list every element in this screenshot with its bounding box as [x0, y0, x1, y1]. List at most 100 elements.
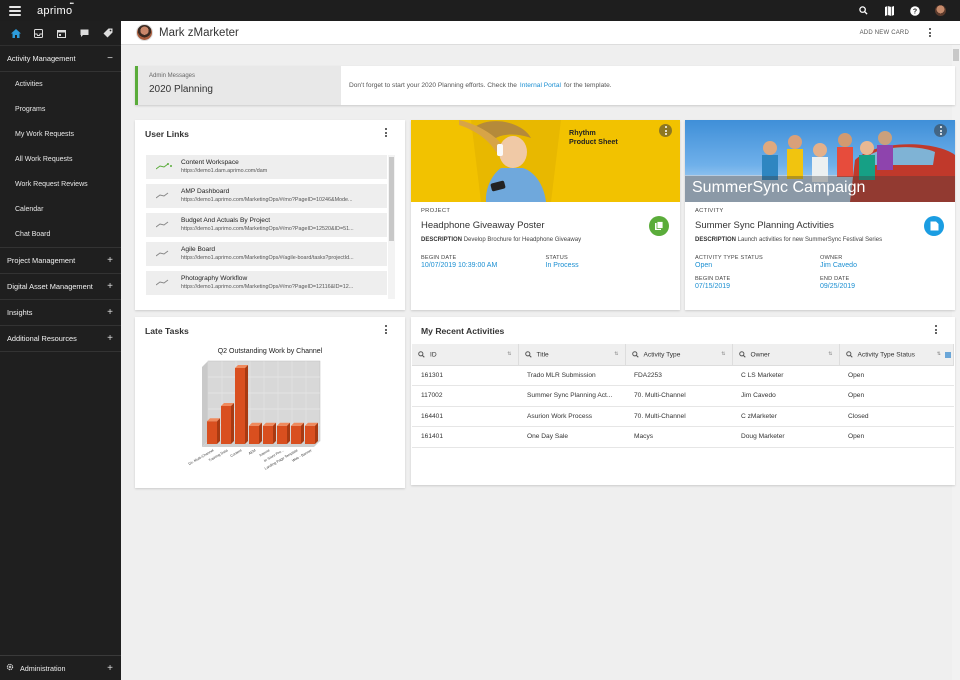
- chart-bar-side: [245, 365, 248, 444]
- user-link-title: Budget And Actuals By Project: [181, 217, 387, 224]
- scrollbar-thumb[interactable]: [953, 49, 959, 61]
- user-avatar[interactable]: [935, 5, 946, 16]
- home-icon[interactable]: [4, 23, 27, 43]
- sort-icon[interactable]: ⇅: [937, 351, 941, 357]
- search-icon[interactable]: [857, 5, 869, 17]
- user-link-item[interactable]: Content Workspace https://demo1.dam.apri…: [146, 155, 387, 179]
- expand-icon[interactable]: +: [107, 281, 113, 292]
- sidebar-item-my-work-requests[interactable]: My Work Requests: [0, 122, 121, 147]
- description-label: DESCRIPTION: [421, 237, 462, 243]
- column-header-owner[interactable]: Owner⇅: [732, 344, 839, 365]
- activity-card-body: ACTIVITY Summer Sync Planning Activities…: [695, 208, 945, 297]
- more-options-icon[interactable]: [381, 128, 391, 137]
- user-links-scrollbar[interactable]: [388, 155, 395, 299]
- user-link-item[interactable]: Budget And Actuals By Project https://de…: [146, 213, 387, 237]
- sidebar-item-chat-board[interactable]: Chat Board: [0, 222, 121, 247]
- sort-icon[interactable]: ⇅: [507, 351, 511, 357]
- table-row[interactable]: 161301 Trado MLR Submission FDA2253 C LS…: [412, 365, 954, 386]
- app-logo[interactable]: aprimo•••: [37, 5, 72, 17]
- collapse-icon[interactable]: −: [107, 53, 113, 64]
- user-link-item[interactable]: Agile Board https://demo1.aprimo.com/Mar…: [146, 242, 387, 266]
- menu-icon[interactable]: [9, 6, 21, 16]
- sort-icon[interactable]: ⇅: [828, 351, 832, 357]
- description-label: DESCRIPTION: [695, 237, 736, 243]
- column-header-activity-type[interactable]: Activity Type ⇅: [625, 344, 732, 365]
- recent-activities-card: My Recent Activities ID⇅ Title⇅ Activity…: [411, 317, 955, 485]
- cell-title[interactable]: Summer Sync Planning Act...: [518, 386, 625, 407]
- cell-owner: Jim Cavedo: [732, 386, 839, 407]
- more-options-button[interactable]: [659, 124, 672, 137]
- column-header-id[interactable]: ID⇅: [412, 344, 518, 365]
- activity-card[interactable]: SummerSync Campaign ACTIVITY Summer Sync…: [685, 120, 955, 310]
- more-options-icon[interactable]: [381, 325, 391, 334]
- sidebar-item-work-request-reviews[interactable]: Work Request Reviews: [0, 172, 121, 197]
- chart-bar: [305, 426, 315, 444]
- field-value[interactable]: 10/07/2019 10:39:00 AM: [421, 262, 546, 269]
- add-new-card-button[interactable]: ADD NEW CARD: [860, 30, 909, 36]
- sort-icon[interactable]: ⇅: [721, 351, 725, 357]
- field-value[interactable]: In Process: [546, 262, 671, 269]
- user-link-item[interactable]: Photography Workflow https://demo1.aprim…: [146, 271, 387, 295]
- field-value[interactable]: 09/25/2019: [820, 283, 945, 290]
- card-kicker: PROJECT: [421, 208, 670, 214]
- sidebar-section-insights[interactable]: Insights +: [0, 300, 121, 326]
- field-value[interactable]: 07/15/2019: [695, 283, 820, 290]
- field-value[interactable]: Open: [695, 262, 820, 269]
- cell-status: Open: [839, 365, 954, 386]
- help-icon[interactable]: ?: [909, 5, 921, 17]
- inbox-icon[interactable]: [27, 23, 50, 43]
- svg-text:?: ?: [913, 8, 917, 15]
- internal-portal-link[interactable]: Internal Portal: [520, 82, 561, 89]
- chart-tick-label: AEM: [248, 448, 257, 455]
- column-header-activity-type-status[interactable]: Activity Type Status⇅: [839, 344, 954, 365]
- scrollbar-thumb[interactable]: [389, 157, 394, 241]
- card-title: My Recent Activities: [421, 326, 504, 336]
- expand-icon[interactable]: +: [107, 333, 113, 344]
- chat-icon[interactable]: [73, 23, 96, 43]
- field-value[interactable]: Jim Cavedo: [820, 262, 945, 269]
- sidebar-section-project-management[interactable]: Project Management +: [0, 248, 121, 274]
- cell-title[interactable]: One Day Sale: [518, 427, 625, 448]
- sidebar-item-activities[interactable]: Activities: [0, 72, 121, 97]
- column-chooser-icon[interactable]: [945, 352, 951, 358]
- more-options-icon[interactable]: [931, 325, 941, 334]
- calendar-icon[interactable]: [50, 23, 73, 43]
- sidebar-section-additional-resources[interactable]: Additional Resources +: [0, 326, 121, 352]
- more-options-button[interactable]: [934, 124, 947, 137]
- user-links-card: User Links Content Workspace https://dem…: [135, 120, 405, 310]
- activity-image-caption: SummerSync Campaign: [685, 176, 955, 202]
- activity-description: DESCRIPTION Launch activities for new Su…: [695, 237, 945, 243]
- table-row[interactable]: 117002 Summer Sync Planning Act... 70. M…: [412, 386, 954, 407]
- admin-message-text-before: Don't forget to start your 2020 Planning…: [349, 82, 517, 89]
- activity-type-status-field: ACTIVITY TYPE STATUS Open: [695, 255, 820, 269]
- map-icon[interactable]: [883, 5, 895, 17]
- expand-icon[interactable]: +: [107, 307, 113, 318]
- project-card[interactable]: Rhythm Product Sheet PROJECT Headphone G…: [411, 120, 680, 310]
- project-name[interactable]: Headphone Giveaway Poster: [421, 220, 670, 231]
- expand-icon[interactable]: +: [107, 255, 113, 266]
- sidebar-section-digital-asset-management[interactable]: Digital Asset Management +: [0, 274, 121, 300]
- sidebar-item-programs[interactable]: Programs: [0, 97, 121, 122]
- admin-message-text: Don't forget to start your 2020 Planning…: [341, 66, 612, 105]
- column-header-title[interactable]: Title⇅: [518, 344, 625, 365]
- user-link-item[interactable]: AMP Dashboard https://demo1.aprimo.com/M…: [146, 184, 387, 208]
- expand-icon[interactable]: +: [107, 663, 113, 674]
- sidebar-section-activity-management[interactable]: Activity Management −: [0, 46, 121, 72]
- table-header-row: ID⇅ Title⇅ Activity Type ⇅ Owner⇅ Activit…: [412, 344, 954, 365]
- table-row[interactable]: 161401 One Day Sale Macys Doug Marketer …: [412, 427, 954, 448]
- chart-bar-side: [301, 423, 304, 444]
- sort-icon[interactable]: ⇅: [614, 351, 618, 357]
- tag-icon[interactable]: [96, 23, 119, 43]
- table-row[interactable]: 164401 Asurion Work Process 70. Multi-Ch…: [412, 406, 954, 427]
- cell-title[interactable]: Asurion Work Process: [518, 406, 625, 427]
- column-label: Activity Type: [644, 351, 681, 358]
- avatar[interactable]: [136, 24, 153, 41]
- field-label: BEGIN DATE: [695, 276, 820, 282]
- page-header: Mark zMarketer ADD NEW CARD: [121, 21, 960, 45]
- sidebar-item-calendar[interactable]: Calendar: [0, 197, 121, 222]
- more-options-icon[interactable]: [925, 28, 935, 37]
- activity-name[interactable]: Summer Sync Planning Activities: [695, 220, 945, 231]
- sidebar-item-all-work-requests[interactable]: All Work Requests: [0, 147, 121, 172]
- cell-title[interactable]: Trado MLR Submission: [518, 365, 625, 386]
- sidebar-item-administration[interactable]: Administration +: [0, 655, 121, 680]
